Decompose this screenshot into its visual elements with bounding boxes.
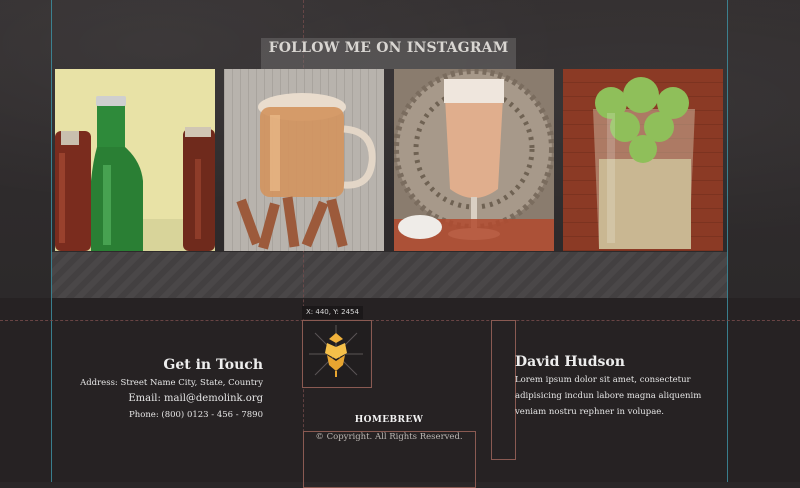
contact-address: Address: Street Name City, State, Countr…: [80, 378, 263, 388]
about-text: Lorem ipsum dolor sit amet, consectetur …: [515, 375, 702, 417]
copyright-text: © Copyright. All Rights Reserved.: [315, 432, 463, 442]
logo-selection-box: [302, 320, 372, 388]
brand-name: HOMEBREW: [354, 415, 424, 425]
coordinate-readout: X: 440, Y: 2454: [302, 306, 363, 319]
beer-glass-basket-photo[interactable]: [394, 69, 554, 251]
contact-title: Get in Touch: [163, 357, 263, 373]
instagram-strip-band: [52, 252, 727, 298]
beer-mug-pretzels-photo[interactable]: [224, 69, 384, 251]
contact-phone: Phone: (800) 0123 - 456 - 7890: [129, 410, 263, 420]
beer-bottles-photo[interactable]: [55, 69, 215, 251]
column-selection-box: [491, 320, 516, 460]
guide-line-left: [51, 0, 52, 482]
about-title: David Hudson: [515, 354, 625, 370]
contact-email[interactable]: Email: mail@demolink.org: [128, 393, 263, 404]
guide-line-right: [727, 0, 728, 482]
hops-grain-glass-photo[interactable]: [563, 69, 723, 251]
guide-dashed-horizontal: [0, 320, 800, 321]
instagram-title: FOLLOW ME ON INSTAGRAM: [268, 40, 509, 56]
